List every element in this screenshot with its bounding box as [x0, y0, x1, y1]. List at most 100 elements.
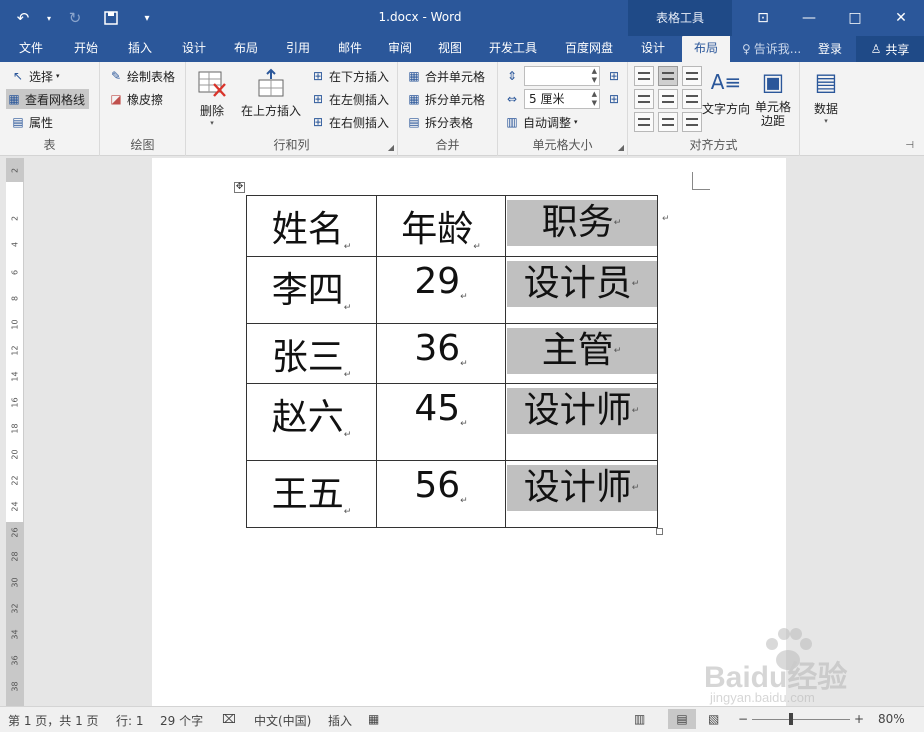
select-button[interactable]: ↖ 选择 ▾	[10, 66, 60, 86]
row-height-input[interactable]: ▲ ▼	[524, 66, 600, 86]
sign-in-link[interactable]: 登录	[818, 40, 842, 57]
word-count[interactable]: 29 个字	[160, 712, 203, 729]
align-middle-right-button[interactable]	[682, 89, 702, 109]
tab-home[interactable]: 开始	[64, 36, 108, 62]
vertical-scrollbar[interactable]	[910, 158, 924, 706]
table-cell[interactable]: 赵六↵	[246, 383, 377, 461]
column-width-input[interactable]: 5 厘米 ▲ ▼	[524, 89, 600, 109]
zoom-level[interactable]: 80%	[878, 712, 905, 726]
insert-below-button[interactable]: ⊞ 在下方插入	[310, 66, 389, 86]
align-bottom-left-button[interactable]	[634, 112, 654, 132]
save-icon[interactable]	[96, 6, 126, 30]
tab-layout[interactable]: 布局	[224, 36, 268, 62]
tab-file[interactable]: 文件	[8, 36, 54, 62]
table-cell[interactable]: 张三↵	[246, 323, 377, 384]
pencil-icon: ✎	[110, 69, 122, 83]
align-bottom-right-button[interactable]	[682, 112, 702, 132]
insert-left-button[interactable]: ⊞ 在左侧插入	[310, 89, 389, 109]
minimize-button[interactable]: —	[786, 0, 832, 36]
align-bottom-center-button[interactable]	[658, 112, 678, 132]
tab-view[interactable]: 视图	[428, 36, 472, 62]
table-cell[interactable]: 职务↵	[505, 195, 658, 257]
language-indicator[interactable]: 中文(中国)	[254, 712, 311, 729]
maximize-button[interactable]: □	[832, 0, 878, 36]
page-indicator[interactable]: 第 1 页，共 1 页	[8, 712, 99, 729]
tab-references[interactable]: 引用	[276, 36, 320, 62]
customize-qat-icon[interactable]: ▾	[132, 6, 162, 30]
document-table[interactable]: 姓名↵ 年龄↵ 职务↵ 李四↵ 29↵ 设计员↵ 张三↵ 36↵ 主管↵ 赵六↵…	[246, 195, 658, 528]
cell-margins-button[interactable]: ▣ 单元格边距	[752, 66, 794, 128]
dialog-launcher-icon[interactable]: ◢	[388, 143, 394, 152]
tab-design[interactable]: 设计	[172, 36, 216, 62]
group-label-draw: 绘图	[130, 138, 155, 152]
delete-button[interactable]: 删除 ▾	[192, 68, 232, 127]
tab-table-layout[interactable]: 布局	[682, 36, 730, 62]
zoom-slider-track[interactable]	[752, 719, 850, 720]
table-cell[interactable]: 36↵	[376, 323, 506, 384]
autofit-button[interactable]: ▥ 自动调整 ▾	[504, 112, 577, 132]
redo-icon[interactable]: ↻	[60, 6, 90, 30]
properties-button[interactable]: ▤ 属性	[10, 112, 53, 132]
table-cell[interactable]: 王五↵	[246, 460, 377, 528]
tab-insert[interactable]: 插入	[118, 36, 162, 62]
undo-icon[interactable]: ↶	[8, 6, 38, 30]
distribute-rows-icon[interactable]: ⊞	[606, 68, 622, 84]
align-top-right-button[interactable]	[682, 66, 702, 86]
table-cell[interactable]: 李四↵	[246, 256, 377, 324]
close-button[interactable]: ✕	[878, 0, 924, 36]
table-cell[interactable]: 设计员↵	[505, 256, 658, 324]
align-middle-center-button[interactable]	[658, 89, 678, 109]
web-layout-icon[interactable]: ▧	[708, 712, 719, 726]
table-cell[interactable]: 主管↵	[505, 323, 658, 384]
table-move-handle-icon[interactable]: ✥	[234, 182, 245, 193]
eraser-button[interactable]: ◪ 橡皮擦	[108, 89, 163, 109]
table-cell[interactable]: 45↵	[376, 383, 506, 461]
table-resize-handle[interactable]	[656, 528, 663, 535]
tab-mailings[interactable]: 邮件	[328, 36, 372, 62]
merge-cells-button[interactable]: ▦ 合并单元格	[406, 66, 485, 86]
insert-mode-indicator[interactable]: 插入	[328, 712, 352, 729]
tab-baidu-netdisk[interactable]: 百度网盘	[558, 36, 620, 62]
table-cell[interactable]: 56↵	[376, 460, 506, 528]
proofing-icon[interactable]: ⌧	[222, 712, 236, 726]
macro-recording-icon[interactable]: ▦	[368, 712, 379, 726]
tab-developer[interactable]: 开发工具	[482, 36, 544, 62]
text-direction-button[interactable]: A≡ 文字方向	[702, 66, 750, 117]
zoom-slider-thumb[interactable]	[789, 713, 793, 725]
table-cell[interactable]: 设计师↵	[505, 383, 658, 461]
line-indicator[interactable]: 行: 1	[116, 712, 144, 729]
pin-ribbon-icon[interactable]: ⊣	[905, 140, 914, 151]
ruler-mark: 38	[10, 681, 20, 692]
align-middle-left-button[interactable]	[634, 89, 654, 109]
table-cell[interactable]: 姓名↵	[246, 195, 377, 257]
table-cell[interactable]: 设计师↵	[505, 460, 658, 528]
distribute-columns-icon[interactable]: ⊞	[606, 91, 622, 107]
print-layout-icon[interactable]: ▤	[668, 709, 696, 729]
tab-table-design[interactable]: 设计	[632, 36, 674, 62]
insert-above-button[interactable]: 在上方插入	[238, 68, 304, 119]
read-mode-icon[interactable]: ▥	[634, 712, 645, 726]
data-button[interactable]: ▤ 数据 ▾	[806, 66, 846, 125]
table-cell[interactable]: 29↵	[376, 256, 506, 324]
tab-review[interactable]: 审阅	[378, 36, 422, 62]
gridlines-icon: ▦	[8, 92, 20, 106]
dialog-launcher-icon[interactable]: ◢	[618, 143, 624, 152]
split-cells-button[interactable]: ▦ 拆分单元格	[406, 89, 485, 109]
group-label-alignment: 对齐方式	[689, 138, 738, 152]
dropdown-icon[interactable]: ▾	[44, 6, 54, 30]
view-gridlines-button[interactable]: ▦ 查看网格线	[6, 89, 90, 109]
share-button[interactable]: ♙ 共享	[856, 36, 924, 62]
insert-right-button[interactable]: ⊞ 在右侧插入	[310, 112, 389, 132]
table-cell[interactable]: 年龄↵	[376, 195, 506, 257]
draw-table-button[interactable]: ✎ 绘制表格	[108, 66, 175, 86]
align-top-center-button[interactable]	[658, 66, 678, 86]
zoom-in-icon[interactable]: +	[854, 712, 864, 726]
spin-arrows-icon[interactable]: ▲ ▼	[592, 90, 597, 108]
split-table-button[interactable]: ▤ 拆分表格	[406, 112, 473, 132]
ribbon-display-icon[interactable]: ⊡	[740, 0, 786, 36]
zoom-out-icon[interactable]: −	[738, 712, 748, 726]
align-top-left-button[interactable]	[634, 66, 654, 86]
spin-arrows-icon[interactable]: ▲ ▼	[592, 67, 597, 85]
tell-me-box[interactable]: ♀ 告诉我...	[742, 40, 801, 57]
document-page[interactable]: ✥ 姓名↵ 年龄↵ 职务↵ 李四↵ 29↵ 设计员↵ 张三↵ 36↵ 主管↵ 赵…	[152, 158, 786, 706]
